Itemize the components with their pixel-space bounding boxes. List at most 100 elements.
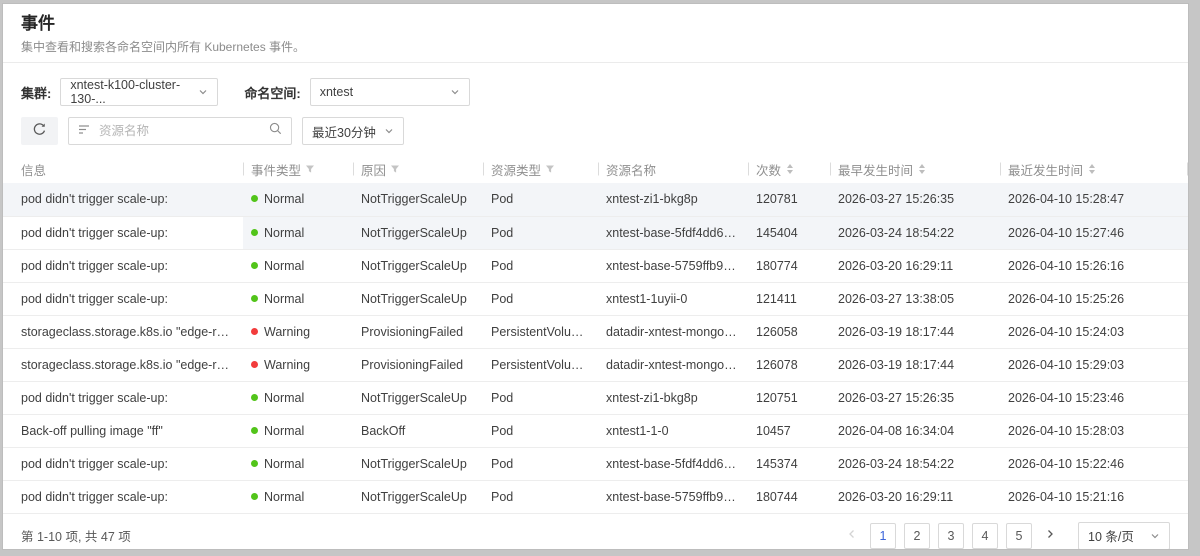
cell-count: 180744: [748, 480, 830, 513]
table-row: storageclass.storage.k8s.io "edge-rbd" n…: [3, 348, 1188, 381]
cell-resource-name: xntest-base-5fdf4dd69b-b6q2p: [598, 216, 748, 249]
refresh-button[interactable]: [21, 117, 58, 145]
cell-reason: NotTriggerScaleUp: [353, 447, 483, 480]
column-label: 资源名称: [606, 160, 656, 179]
cell-reason: NotTriggerScaleUp: [353, 183, 483, 216]
cell-count: 126058: [748, 315, 830, 348]
filter-row: 集群: xntest-k100-cluster-130-... 命名空间: xn…: [3, 63, 1188, 106]
cell-first-seen: 2026-03-19 18:17:44: [830, 315, 1000, 348]
cell-resource-name: xntest1-1uyii-0: [598, 282, 748, 315]
table-row: pod didn't trigger scale-up: Normal NotT…: [3, 447, 1188, 480]
cell-message: storageclass.storage.k8s.io "edge-rbd" n…: [3, 315, 243, 348]
status-dot: [251, 493, 258, 500]
pagination-page-button[interactable]: 3: [938, 523, 964, 549]
cell-reason: NotTriggerScaleUp: [353, 480, 483, 513]
cell-first-seen: 2026-03-27 15:26:35: [830, 183, 1000, 216]
column-label: 信息: [21, 160, 46, 179]
cell-event-type: Normal: [243, 480, 353, 513]
status-dot: [251, 328, 258, 335]
cell-count: 180774: [748, 249, 830, 282]
cell-count: 145374: [748, 447, 830, 480]
status-dot: [251, 460, 258, 467]
table-row: pod didn't trigger scale-up: Normal NotT…: [3, 216, 1188, 249]
event-type-text: Normal: [264, 226, 304, 240]
pagination-next-button[interactable]: [1040, 526, 1060, 545]
cell-last-seen: 2026-04-10 15:24:03: [1000, 315, 1188, 348]
cell-event-type: Warning: [243, 348, 353, 381]
pagination: 1 2 3 4 5 10 条/页: [842, 522, 1170, 550]
cell-first-seen: 2026-03-19 18:17:44: [830, 348, 1000, 381]
cell-last-seen: 2026-04-10 15:26:16: [1000, 249, 1188, 282]
cell-resource-type: Pod: [483, 249, 598, 282]
search-icon[interactable]: [269, 122, 282, 140]
events-table: 信息 事件类型 原因 资源类型: [3, 155, 1188, 514]
chevron-down-icon: [1150, 531, 1160, 541]
cell-event-type: Normal: [243, 249, 353, 282]
column-header-last-seen: 最近发生时间: [1000, 155, 1188, 183]
pagination-summary: 第 1-10 项, 共 47 项: [21, 526, 131, 545]
cell-reason: NotTriggerScaleUp: [353, 282, 483, 315]
cell-count: 121411: [748, 282, 830, 315]
column-label: 资源类型: [491, 160, 541, 179]
status-dot: [251, 262, 258, 269]
chevron-down-icon: [450, 87, 460, 97]
column-header-first-seen: 最早发生时间: [830, 155, 1000, 183]
event-type-text: Normal: [264, 490, 304, 504]
page-subtitle: 集中查看和搜索各命名空间内所有 Kubernetes 事件。: [21, 40, 1170, 54]
namespace-select[interactable]: xntest: [310, 78, 470, 106]
column-label: 最早发生时间: [838, 160, 913, 179]
cell-last-seen: 2026-04-10 15:21:16: [1000, 480, 1188, 513]
chevron-down-icon: [384, 126, 394, 136]
event-type-text: Warning: [264, 325, 310, 339]
sort-icon[interactable]: [1089, 164, 1095, 174]
filter-lines-icon[interactable]: [78, 122, 90, 140]
cell-resource-name: datadir-xntest-mongo-mong...: [598, 315, 748, 348]
cluster-label: 集群:: [21, 83, 51, 102]
cell-message: storageclass.storage.k8s.io "edge-rbd" n…: [3, 348, 243, 381]
event-type-text: Normal: [264, 192, 304, 206]
table-header-row: 信息 事件类型 原因 资源类型: [3, 155, 1188, 183]
event-type-text: Warning: [264, 358, 310, 372]
cell-reason: ProvisioningFailed: [353, 315, 483, 348]
filter-icon[interactable]: [305, 164, 315, 174]
cell-reason: NotTriggerScaleUp: [353, 381, 483, 414]
cell-last-seen: 2026-04-10 15:28:03: [1000, 414, 1188, 447]
namespace-filter: 命名空间: xntest: [244, 78, 469, 106]
search-input[interactable]: [97, 123, 262, 139]
cell-reason: BackOff: [353, 414, 483, 447]
pagination-prev-button[interactable]: [842, 526, 862, 545]
table-row: Back-off pulling image "ff" Normal BackO…: [3, 414, 1188, 447]
cell-resource-name: xntest-base-5fdf4dd69b-b6q2p: [598, 447, 748, 480]
time-range-select[interactable]: 最近30分钟: [302, 117, 404, 145]
cell-message: pod didn't trigger scale-up:: [3, 282, 243, 315]
cell-first-seen: 2026-04-08 16:34:04: [830, 414, 1000, 447]
status-dot: [251, 394, 258, 401]
cell-event-type: Normal: [243, 381, 353, 414]
search-box: [68, 117, 292, 145]
pagination-page-button[interactable]: 4: [972, 523, 998, 549]
cell-resource-type: Pod: [483, 414, 598, 447]
page-size-select[interactable]: 10 条/页: [1078, 522, 1170, 550]
sort-icon[interactable]: [787, 164, 793, 174]
pagination-page-button[interactable]: 1: [870, 523, 896, 549]
cell-count: 145404: [748, 216, 830, 249]
status-dot: [251, 361, 258, 368]
cluster-select[interactable]: xntest-k100-cluster-130-...: [60, 78, 218, 106]
sort-icon[interactable]: [919, 164, 925, 174]
cell-reason: NotTriggerScaleUp: [353, 249, 483, 282]
cell-message: Back-off pulling image "ff": [3, 414, 243, 447]
pagination-page-button[interactable]: 2: [904, 523, 930, 549]
column-header-count: 次数: [748, 155, 830, 183]
cell-reason: NotTriggerScaleUp: [353, 216, 483, 249]
filter-icon[interactable]: [545, 164, 555, 174]
column-header-reason: 原因: [353, 155, 483, 183]
cell-event-type: Warning: [243, 315, 353, 348]
cell-first-seen: 2026-03-20 16:29:11: [830, 249, 1000, 282]
cell-count: 10457: [748, 414, 830, 447]
pagination-page-button[interactable]: 5: [1006, 523, 1032, 549]
filter-icon[interactable]: [390, 164, 400, 174]
cell-last-seen: 2026-04-10 15:22:46: [1000, 447, 1188, 480]
cell-resource-name: xntest-base-5759ffb956-5fpfv: [598, 480, 748, 513]
toolbar: 最近30分钟: [3, 106, 1188, 145]
cell-last-seen: 2026-04-10 15:27:46: [1000, 216, 1188, 249]
